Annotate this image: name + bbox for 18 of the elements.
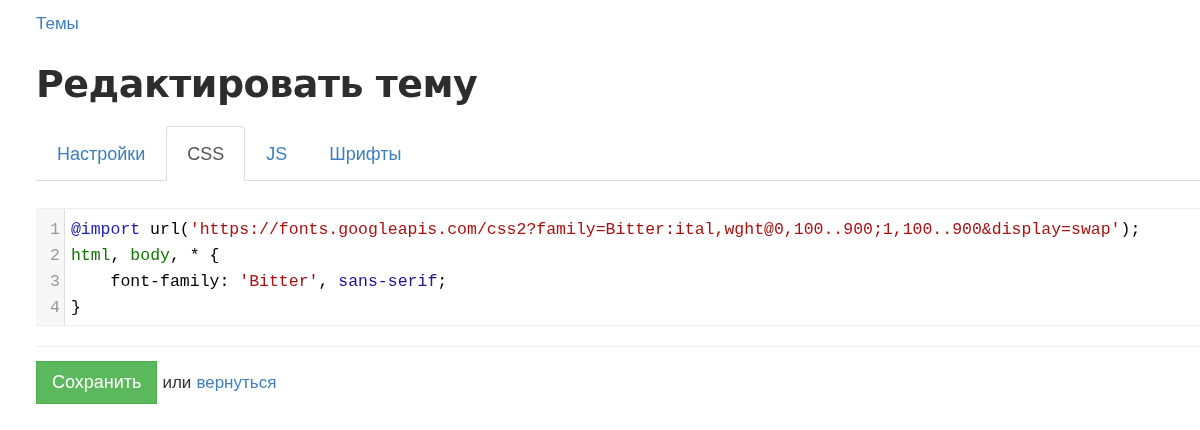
line-number: 4 <box>50 297 60 319</box>
line-number: 2 <box>50 245 60 267</box>
code-line: } <box>70 297 82 319</box>
page-title: Редактировать тему <box>36 62 479 106</box>
separator-text: или <box>162 372 192 393</box>
tab[interactable]: JS <box>245 126 309 181</box>
save-button[interactable]: Сохранить <box>36 361 158 404</box>
breadcrumb-link[interactable]: Темы <box>36 14 79 34</box>
tab[interactable]: CSS <box>166 126 246 181</box>
line-number: 1 <box>50 219 60 241</box>
code-line: html, body, * { <box>70 245 221 267</box>
code-editor[interactable]: 1 2 3 4 @import url('https://fonts.googleapis.com/css2?family=Bitter:ital,wght@0,100..900;1,100..900&display=swap'); html, body, * { font-family: 'Bitter', sans-serif; } <box>36 208 1200 326</box>
tab[interactable]: Шрифты <box>308 126 423 181</box>
tab[interactable]: Настройки <box>36 126 167 181</box>
code-line: font-family: 'Bitter', sans-serif; <box>109 271 449 293</box>
back-link[interactable]: вернуться <box>196 372 277 393</box>
line-number: 3 <box>50 271 60 293</box>
code-line: @import url('https://fonts.googleapis.com/css2?family=Bitter:ital,wght@0,100..900;1,100..900&display=swap'); <box>70 219 1141 241</box>
